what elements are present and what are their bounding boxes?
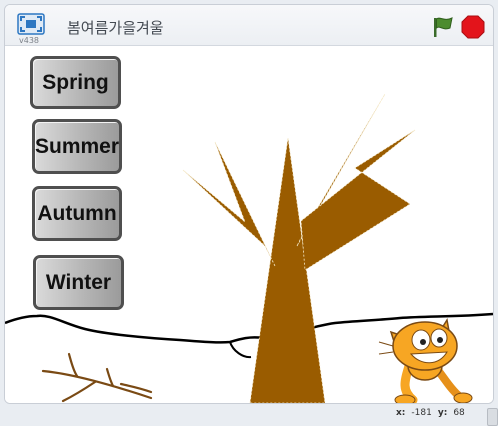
tree xyxy=(182,93,416,403)
stop-icon[interactable] xyxy=(461,15,485,39)
mouse-coordinates: x: -181 y: 68 xyxy=(396,408,471,418)
green-flag-icon[interactable] xyxy=(430,15,456,39)
scrollbar-handle[interactable] xyxy=(487,408,498,426)
summer-button[interactable]: Summer xyxy=(32,119,122,174)
winter-button[interactable]: Winter xyxy=(33,255,124,310)
y-label: y: xyxy=(437,408,448,418)
status-bar: x: -181 y: 68 xyxy=(0,404,498,426)
cat-sprite xyxy=(378,317,473,403)
fallen-branch xyxy=(41,352,153,403)
x-label: x: xyxy=(396,408,406,418)
version-label: v438 xyxy=(19,36,40,45)
spring-button[interactable]: Spring xyxy=(30,56,121,109)
title-bar: v438 봄여름가을겨울 xyxy=(5,5,493,46)
project-title: 봄여름가을겨울 xyxy=(67,19,164,37)
fullscreen-icon[interactable] xyxy=(17,13,45,35)
player-window: v438 봄여름가을겨울 Spring Summer Autumn Winter xyxy=(4,4,494,404)
y-value: 68 xyxy=(453,408,465,418)
stage[interactable]: Spring Summer Autumn Winter xyxy=(5,46,493,403)
autumn-button[interactable]: Autumn xyxy=(32,186,122,241)
x-value: -181 xyxy=(411,408,432,418)
